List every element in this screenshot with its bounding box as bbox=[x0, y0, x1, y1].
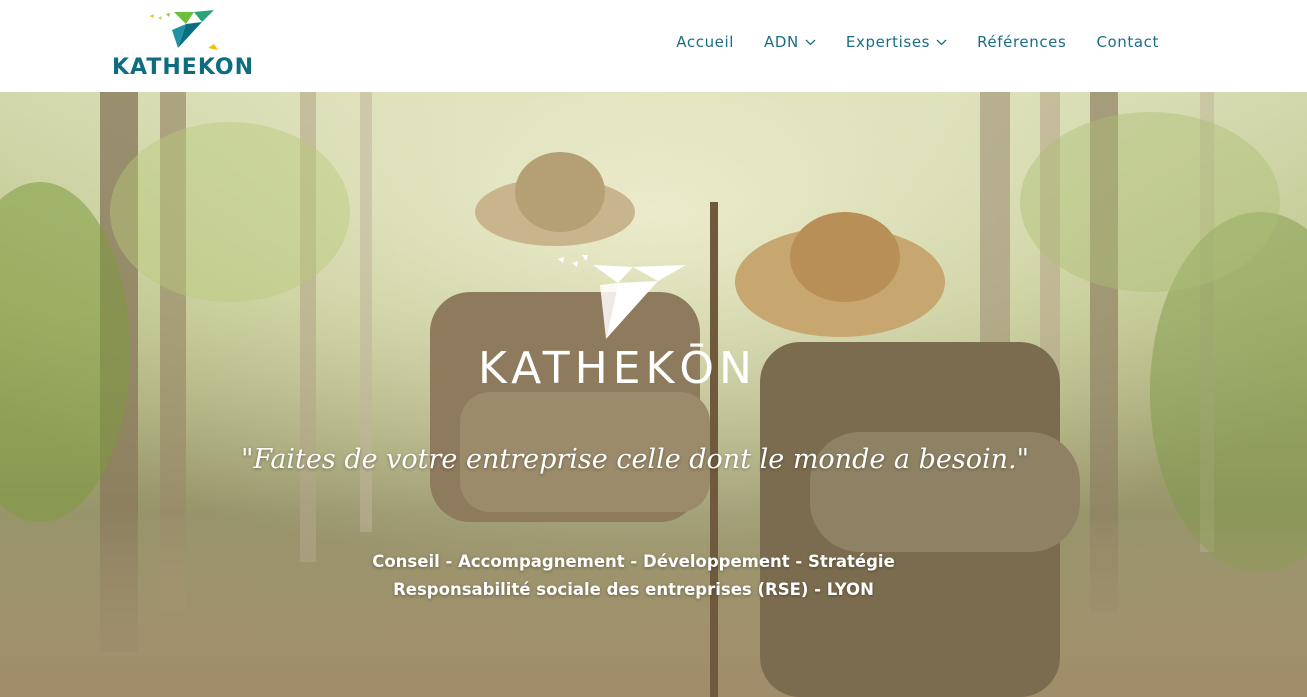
nav-item-accueil[interactable]: Accueil bbox=[676, 33, 734, 51]
nav-item-expertises[interactable]: Expertises bbox=[846, 33, 947, 51]
logo-link[interactable]: KATHEKON bbox=[112, 8, 272, 80]
nav-item-label: Références bbox=[977, 33, 1067, 51]
nav-item-adn[interactable]: ADN bbox=[764, 33, 816, 51]
site-header: KATHEKON Accueil ADN Expertises Référenc… bbox=[0, 0, 1307, 92]
logo-wordmark: KATHEKON bbox=[112, 55, 254, 80]
nav-item-label: Expertises bbox=[845, 33, 931, 51]
nav-item-label: Accueil bbox=[676, 33, 735, 51]
chevron-down-icon bbox=[936, 39, 947, 45]
services-line-2: Responsabilité sociale des entreprises (… bbox=[393, 580, 874, 599]
nav-item-references[interactable]: Références bbox=[977, 33, 1066, 51]
services-line-1: Conseil - Accompagnement - Développement… bbox=[372, 552, 895, 571]
hero-tagline: "Faites de votre entreprise celle dont l… bbox=[241, 444, 1029, 475]
hero-section: KATHEKŌN "Faites de votre entreprise cel… bbox=[0, 92, 1307, 697]
main-nav: Accueil ADN Expertises Références Contac… bbox=[646, 33, 1159, 51]
bird-origami-icon bbox=[150, 10, 218, 50]
nav-item-label: ADN bbox=[764, 33, 799, 51]
nav-item-contact[interactable]: Contact bbox=[1096, 33, 1159, 51]
chevron-down-icon bbox=[805, 39, 816, 45]
bird-origami-icon bbox=[558, 255, 686, 339]
hero-logo: KATHEKŌN bbox=[478, 255, 798, 395]
hero-services: Conseil - Accompagnement - Développement… bbox=[0, 548, 1267, 604]
hero-wordmark: KATHEKŌN bbox=[478, 343, 757, 394]
nav-item-label: Contact bbox=[1096, 33, 1159, 51]
